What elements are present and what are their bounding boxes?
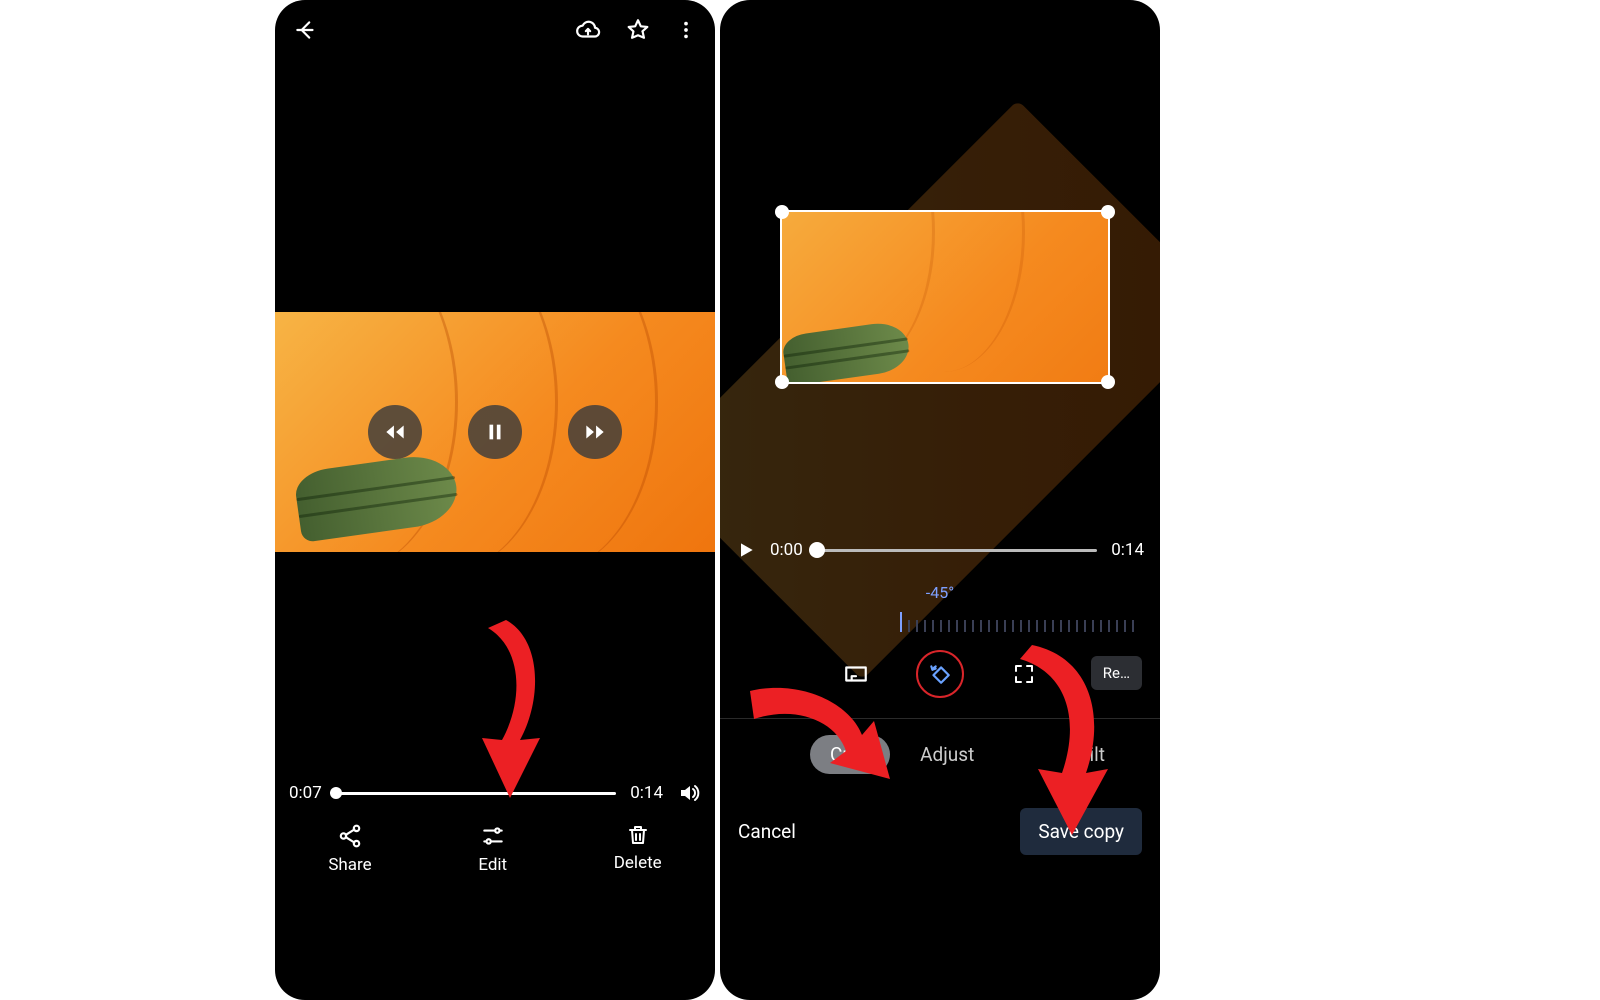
edit-tabs: . Crop Adjust Filt <box>720 735 1160 774</box>
cancel-button[interactable]: Cancel <box>738 820 796 843</box>
edit-button[interactable]: Edit <box>478 823 507 875</box>
volume-button[interactable] <box>677 781 701 805</box>
phone-left: 0:07 0:14 Share Edit Delete <box>275 0 715 1000</box>
pause-icon <box>484 421 506 443</box>
back-button[interactable] <box>293 17 319 43</box>
divider <box>720 718 1160 719</box>
seek-track[interactable] <box>336 792 616 795</box>
delete-label: Delete <box>614 853 662 873</box>
expand-icon <box>1012 662 1036 686</box>
rotate-button[interactable] <box>916 650 964 698</box>
more-button[interactable] <box>675 19 697 41</box>
tab-adjust[interactable]: Adjust <box>920 743 974 766</box>
editor-footer: Cancel Save copy <box>720 808 1160 855</box>
play-icon <box>736 540 756 560</box>
reset-chip[interactable]: Re… <box>1091 656 1142 690</box>
crop-handle-bottom-right[interactable] <box>1101 375 1115 389</box>
duration-label: 0:14 <box>1111 540 1144 560</box>
tab-filters[interactable]: Filt <box>1079 743 1105 766</box>
upload-button[interactable] <box>575 17 601 43</box>
edit-label: Edit <box>478 855 507 875</box>
reset-label: Re… <box>1103 664 1130 682</box>
duration-label: 0:14 <box>630 783 663 803</box>
arrow-left-icon <box>293 17 319 43</box>
star-icon <box>625 17 651 43</box>
rotation-angle-label: -45° <box>720 583 1160 602</box>
fast-forward-icon <box>582 419 608 445</box>
rewind-button[interactable] <box>368 405 422 459</box>
forward-button[interactable] <box>568 405 622 459</box>
aspect-ratio-icon <box>843 661 869 687</box>
tab-crop[interactable]: Crop <box>810 735 890 774</box>
cancel-label: Cancel <box>738 820 796 843</box>
crop-handle-top-left[interactable] <box>775 205 789 219</box>
seek-track[interactable] <box>817 549 1097 552</box>
save-copy-button[interactable]: Save copy <box>1020 808 1142 855</box>
aspect-ratio-button[interactable] <box>834 652 878 696</box>
editor-seek-bar[interactable]: 0:00 0:14 <box>720 540 1160 560</box>
tab-crop-label: Crop <box>830 743 870 766</box>
expand-button[interactable] <box>1002 652 1046 696</box>
share-button[interactable]: Share <box>328 823 371 875</box>
play-button[interactable] <box>736 540 756 560</box>
crop-handle-top-right[interactable] <box>1101 205 1115 219</box>
rewind-icon <box>382 419 408 445</box>
dots-vertical-icon <box>675 19 697 41</box>
crop-frame[interactable] <box>780 210 1110 384</box>
rotate-icon <box>927 661 953 687</box>
playback-controls <box>368 405 622 459</box>
tab-adjust-label: Adjust <box>920 743 974 766</box>
sliders-icon <box>480 823 506 849</box>
current-time-label: 0:00 <box>770 540 803 560</box>
volume-icon <box>677 781 701 805</box>
top-bar <box>275 0 715 60</box>
rotation-dial[interactable] <box>900 610 1150 632</box>
current-time-label: 0:07 <box>289 783 322 803</box>
favorite-button[interactable] <box>625 17 651 43</box>
share-label: Share <box>328 855 371 875</box>
save-copy-label: Save copy <box>1038 820 1124 843</box>
video-frame[interactable] <box>275 312 715 552</box>
delete-button[interactable]: Delete <box>614 823 662 875</box>
bottom-action-bar: Share Edit Delete <box>275 823 715 875</box>
phone-right: 0:00 0:14 -45° Re… . Crop Adjust Filt Ca… <box>720 0 1160 1000</box>
tab-filters-label: Filt <box>1079 743 1105 766</box>
cloud-upload-icon <box>575 17 601 43</box>
seek-bar[interactable]: 0:07 0:14 <box>275 781 715 805</box>
share-icon <box>337 823 363 849</box>
crop-handle-bottom-left[interactable] <box>775 375 789 389</box>
trash-icon <box>626 823 650 847</box>
pause-button[interactable] <box>468 405 522 459</box>
